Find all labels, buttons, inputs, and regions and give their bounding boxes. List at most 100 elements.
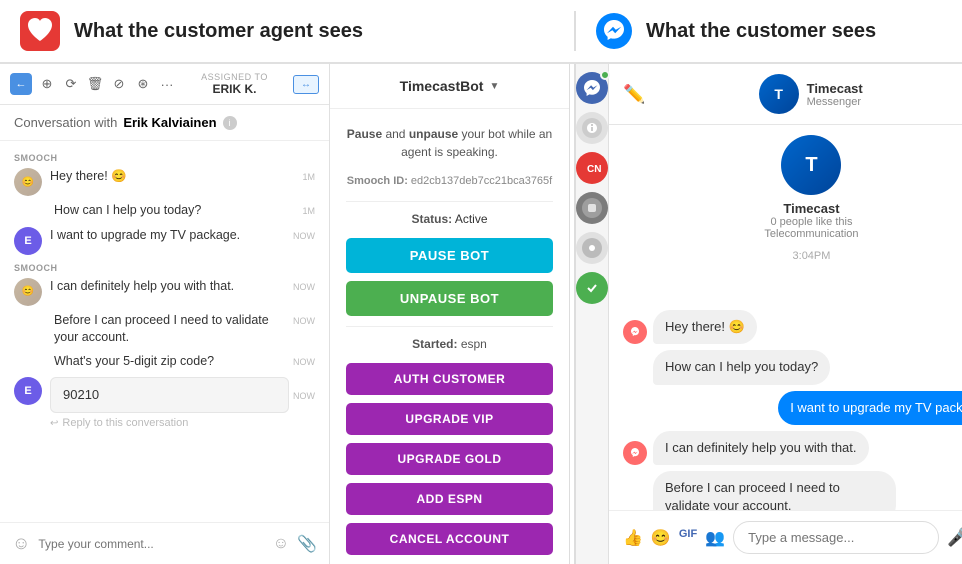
agent-avatar-2: 😊 [14,278,42,306]
fb-like-icon[interactable]: 👍 [623,528,643,548]
emoji-icon[interactable]: ☺ [273,535,289,553]
upgrade-gold-button[interactable]: UPGRADE GOLD [346,443,553,475]
bot-description: Pause and unpause your bot while an agen… [346,125,553,161]
fb-page-avatar: T [759,74,799,114]
message-text: How can I help you today? [54,202,201,220]
channel-icon-3[interactable]: CNN [576,152,608,184]
compose-icon-fb[interactable]: ✏️ [623,84,645,105]
started-row: Started: espn [346,337,553,351]
fb-page-category: Telecommunication [623,228,962,240]
fb-bubble-help2: I can definitely help you with that. [653,431,869,465]
message-text: Before I can proceed I need to validate … [54,312,289,347]
fb-message-row: hi [623,270,962,304]
fb-gif-icon[interactable]: GIF [679,528,697,548]
svg-text:CNN: CNN [587,164,602,175]
upgrade-vip-button[interactable]: UPGRADE VIP [346,403,553,435]
fb-input-row: 👍 😊 GIF 👥 🎤 👍 [609,510,962,564]
message-row: 😊 I can definitely help you with that. N… [0,275,329,309]
fb-people-icon[interactable]: 👥 [705,528,725,548]
message-time: 1M [302,170,315,182]
refresh-icon[interactable]: ⟳ [62,75,80,93]
smooch-label-2: SMOOCH [0,259,329,275]
user-message-row: E 90210 ↩ Reply to this conversation [0,373,329,433]
comment-input[interactable] [38,537,264,551]
assigned-agent-name: ERIK K. [201,82,268,96]
message-time: NOW [293,314,315,326]
message-row: 😊 Hey there! 😊 1M [0,165,329,199]
fb-bubble-upgrade: I want to upgrade my TV package. [778,391,962,425]
user-avatar-2: E [14,377,42,405]
message-time: NOW [293,280,315,292]
fb-messenger-label: Messenger [807,96,863,108]
message-text: I want to upgrade my TV package. [50,227,289,245]
conversation-user: Erik Kalviainen [123,115,216,130]
fb-input-icons-left: 👍 😊 GIF 👥 [623,528,725,548]
fb-message-row: Hey there! 😊 [623,310,962,344]
channel-icon-5[interactable] [576,232,608,264]
bot-title: TimecastBot [400,78,484,94]
message-time: NOW [293,389,315,401]
fb-message-input[interactable] [733,521,939,554]
reassign-button[interactable]: ↔ [293,75,319,94]
fb-timestamp: 3:04PM [623,250,962,262]
reply-hint[interactable]: ↩ Reply to this conversation [50,417,289,429]
message-text: Hey there! 😊 [50,168,127,186]
fb-mic-icon[interactable]: 🎤 [947,527,962,548]
channel-icon-4[interactable] [576,192,608,224]
smooch-id: Smooch ID: ed2cb137deb7cc21bca3765f [346,175,553,187]
message-time: 1M [302,204,315,216]
user-message-row: E I want to upgrade my TV package. NOW [0,223,329,259]
cancel-account-button[interactable]: CANCEL ACCOUNT [346,523,553,555]
bot-chevron-icon[interactable]: ▼ [489,81,499,92]
right-panel-title: What the customer sees [646,20,876,43]
fb-bot-avatar [623,320,647,344]
zipcode-box: 90210 [50,377,289,413]
messenger-logo [596,13,632,49]
bot-status: Status: Active [346,212,553,226]
fb-page-likes: 0 people like this [623,216,962,228]
smooch-logo [20,11,60,51]
message-time: NOW [293,229,315,241]
messages-area: SMOOCH 😊 Hey there! 😊 1M [0,141,329,522]
back-icon[interactable]: ← [10,73,32,95]
fb-message-row: I want to upgrade my TV package. [623,391,962,425]
channel-icon-2[interactable] [576,112,608,144]
message-text: What's your 5-digit zip code? [54,353,214,371]
fb-message-row: How can I help you today? [623,350,962,384]
smiley-icon[interactable]: ☺ [12,533,30,554]
ban-icon[interactable]: ⊘ [110,75,128,93]
user-avatar: E [14,227,42,255]
assigned-to-label: ASSIGNED TO [201,72,268,82]
agent-avatar: 😊 [14,168,42,196]
fb-message-row: Before I can proceed I need to validate … [623,471,962,510]
auth-customer-button[interactable]: AUTH CUSTOMER [346,363,553,395]
message-row: How can I help you today? 1M [0,199,329,223]
info-icon[interactable]: i [223,116,237,130]
fb-page-name: Timecast [807,81,863,96]
message-text: I can definitely help you with that. [50,278,234,296]
pause-bot-button[interactable]: PAUSE BOT [346,238,553,273]
channel-icon-6[interactable] [576,272,608,304]
reply-hint-text: Reply to this conversation [62,417,188,429]
fb-messages-area: T Timecast 0 people like this Telecommun… [609,125,962,510]
smooch-label-1: SMOOCH [0,149,329,165]
channel-icon-1[interactable] [576,72,608,104]
attach-icon[interactable]: 📎 [297,534,317,554]
fb-emoji-icon[interactable]: 😊 [651,528,671,548]
compose-icon[interactable]: ⊕ [38,75,56,93]
fb-bubble-proceed: Before I can proceed I need to validate … [653,471,896,510]
more-icon[interactable]: ··· [158,75,176,93]
fb-message-row: I can definitely help you with that. [623,431,962,465]
trash-icon[interactable]: 🗑 [86,75,104,93]
fb-header: ✏️ T Timecast Messenger i [609,64,962,125]
unpause-bot-button[interactable]: UNPAUSE BOT [346,281,553,316]
tag-icon[interactable]: ⊛ [134,75,152,93]
fb-bubble-help: How can I help you today? [653,350,830,384]
message-row: Before I can proceed I need to validate … [0,309,329,350]
fb-bubble-hey: Hey there! 😊 [653,310,757,344]
left-panel-title: What the customer agent sees [74,20,363,43]
message-row: What's your 5-digit zip code? NOW [0,350,329,374]
fb-bot-avatar-2 [623,441,647,465]
add-espn-button[interactable]: ADD ESPN [346,483,553,515]
message-time: NOW [293,355,315,367]
